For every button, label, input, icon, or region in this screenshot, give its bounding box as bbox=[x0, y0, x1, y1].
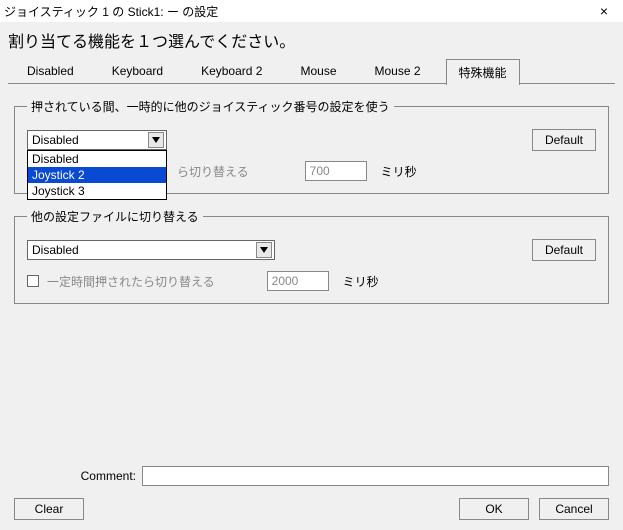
tab-keyboard2[interactable]: Keyboard 2 bbox=[188, 59, 275, 85]
joystick-combo-option[interactable]: Joystick 2 bbox=[28, 167, 166, 183]
clear-button[interactable]: Clear bbox=[14, 498, 84, 520]
joystick-time-unit: ミリ秒 bbox=[381, 163, 417, 180]
chevron-down-icon bbox=[148, 132, 164, 148]
profile-time-field[interactable] bbox=[267, 271, 329, 291]
joystick-combo[interactable]: Disabled Disabled Joystick 2 Joystick 3 bbox=[27, 130, 167, 150]
comment-field[interactable] bbox=[142, 466, 609, 486]
window-title: ジョイスティック 1 の Stick1: ー の設定 bbox=[4, 3, 589, 20]
footer: Comment: Clear OK Cancel bbox=[0, 466, 623, 520]
close-icon[interactable]: × bbox=[589, 3, 619, 19]
joystick-time-check-label: ら切り替える bbox=[177, 163, 249, 180]
tab-disabled[interactable]: Disabled bbox=[14, 59, 87, 85]
profile-time-unit: ミリ秒 bbox=[343, 273, 379, 290]
joystick-time-field[interactable] bbox=[305, 161, 367, 181]
joystick-combo-list: Disabled Joystick 2 Joystick 3 bbox=[27, 150, 167, 200]
group-profile-legend: 他の設定ファイルに切り替える bbox=[27, 208, 203, 225]
profile-combo[interactable]: Disabled bbox=[27, 240, 275, 260]
group-joystick-legend: 押されている間、一時的に他のジョイスティック番号の設定を使う bbox=[27, 98, 394, 115]
chevron-down-icon bbox=[256, 242, 272, 258]
group-joystick-switch: 押されている間、一時的に他のジョイスティック番号の設定を使う Disabled … bbox=[14, 98, 609, 194]
profile-default-button[interactable]: Default bbox=[532, 239, 596, 261]
profile-time-check-label: 一定時間押されたら切り替える bbox=[47, 273, 215, 290]
titlebar: ジョイスティック 1 の Stick1: ー の設定 × bbox=[0, 0, 623, 22]
tabstrip: Disabled Keyboard Keyboard 2 Mouse Mouse… bbox=[0, 56, 623, 84]
comment-label: Comment: bbox=[14, 469, 142, 483]
tab-keyboard[interactable]: Keyboard bbox=[99, 59, 176, 85]
group-profile-switch: 他の設定ファイルに切り替える Disabled Default 一定時間押された… bbox=[14, 208, 609, 304]
page-heading: 割り当てる機能を１つ選んでください。 bbox=[0, 22, 623, 56]
joystick-combo-option[interactable]: Disabled bbox=[28, 151, 166, 167]
cancel-button[interactable]: Cancel bbox=[539, 498, 609, 520]
tab-special[interactable]: 特殊機能 bbox=[446, 59, 520, 85]
tab-mouse2[interactable]: Mouse 2 bbox=[362, 59, 434, 85]
joystick-default-button[interactable]: Default bbox=[532, 129, 596, 151]
tab-mouse[interactable]: Mouse bbox=[287, 59, 349, 85]
profile-time-checkbox[interactable] bbox=[27, 275, 39, 287]
joystick-combo-option[interactable]: Joystick 3 bbox=[28, 183, 166, 199]
joystick-combo-value: Disabled bbox=[32, 133, 79, 147]
ok-button[interactable]: OK bbox=[459, 498, 529, 520]
profile-combo-value: Disabled bbox=[32, 243, 79, 257]
